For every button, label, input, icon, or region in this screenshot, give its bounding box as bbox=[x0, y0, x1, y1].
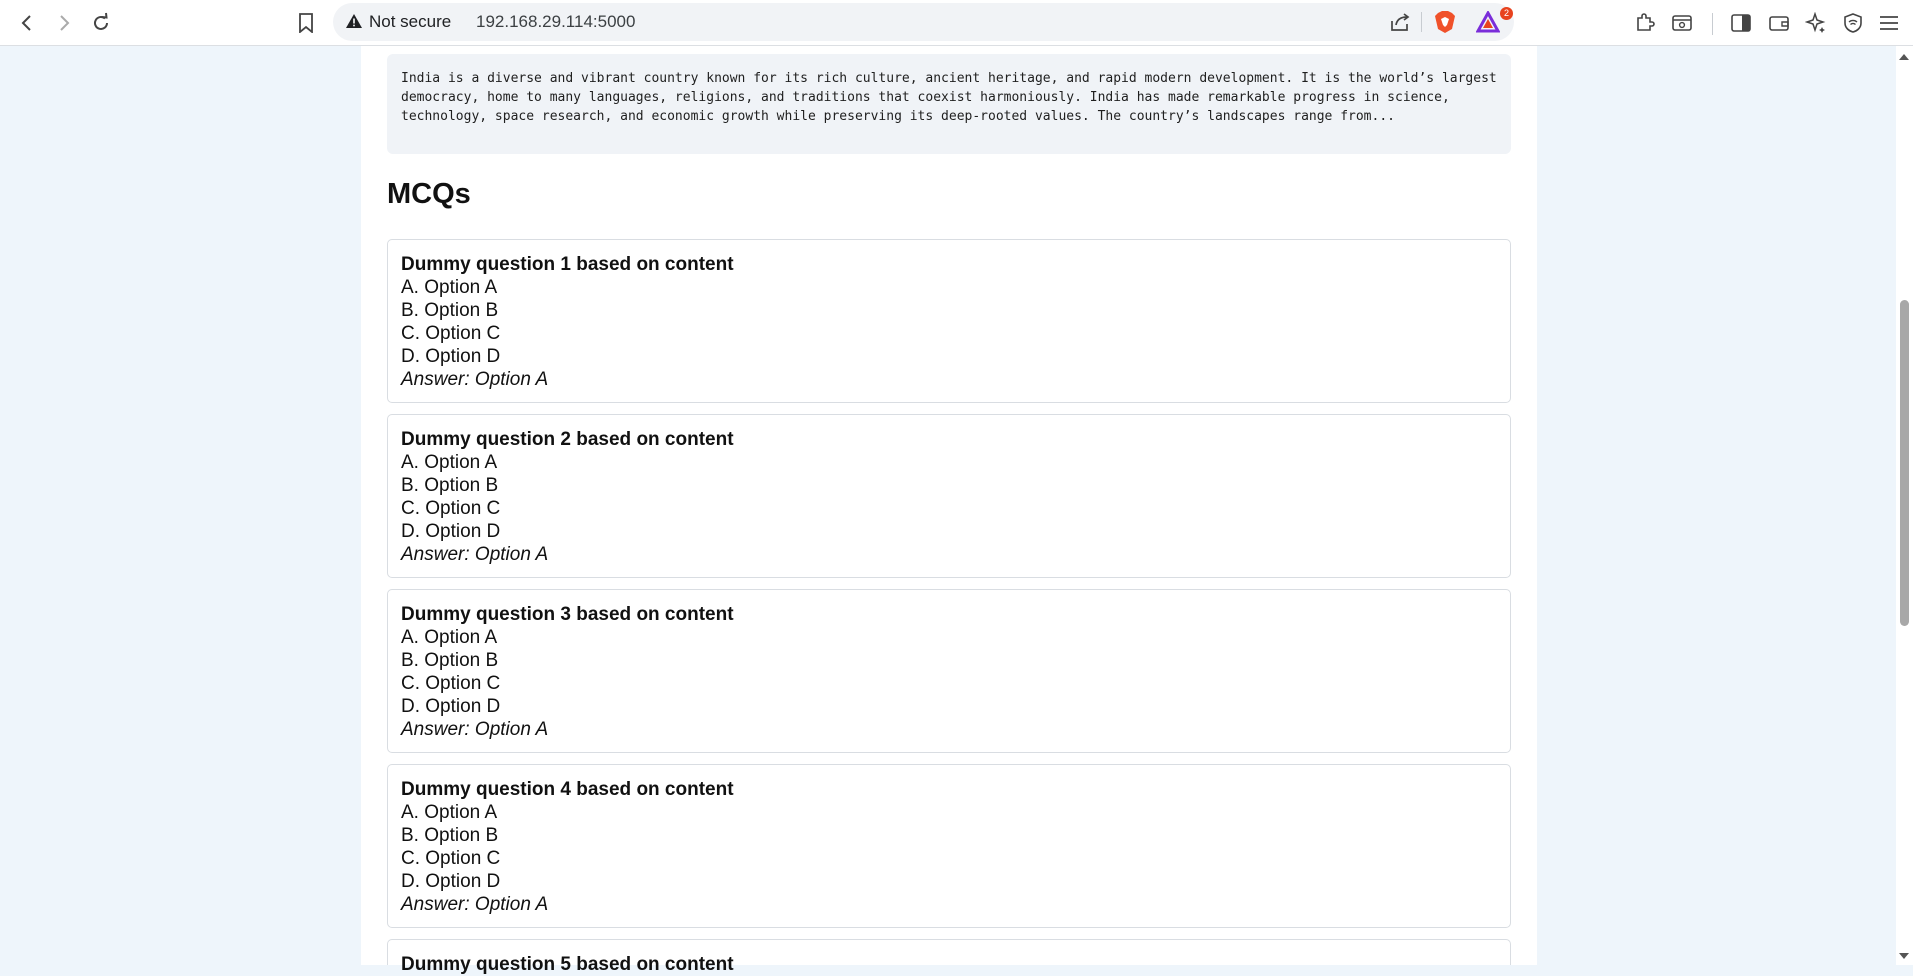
bookmark-icon[interactable] bbox=[291, 8, 321, 38]
address-bar[interactable]: Not secure 192.168.29.114:5000 bbox=[333, 3, 1514, 41]
summary-text: India is a diverse and vibrant country k… bbox=[387, 54, 1511, 154]
mcq-card: Dummy question 4 based on content A. Opt… bbox=[387, 764, 1511, 928]
tab-search-icon[interactable] bbox=[1667, 8, 1697, 38]
question-text: Dummy question 4 based on content bbox=[401, 779, 734, 800]
menu-icon[interactable] bbox=[1874, 8, 1904, 38]
warning-icon[interactable] bbox=[345, 13, 363, 34]
answer-text: Answer: Option A bbox=[401, 894, 549, 915]
url-text[interactable]: 192.168.29.114:5000 bbox=[476, 12, 635, 32]
brave-rewards-icon[interactable] bbox=[1473, 7, 1503, 37]
mcq-card: Dummy question 1 based on content A. Opt… bbox=[387, 239, 1511, 403]
option-c: C. Option C bbox=[401, 673, 501, 694]
scrollbar[interactable] bbox=[1896, 46, 1913, 965]
address-divider bbox=[1421, 12, 1422, 32]
question-text: Dummy question 3 based on content bbox=[401, 604, 734, 625]
brave-shields-icon[interactable] bbox=[1430, 7, 1460, 37]
scroll-down-arrow-icon[interactable] bbox=[1899, 953, 1909, 959]
option-a: A. Option A bbox=[401, 452, 498, 473]
question-text: Dummy question 1 based on content bbox=[401, 254, 734, 275]
answer-text: Answer: Option A bbox=[401, 719, 549, 740]
option-a: A. Option A bbox=[401, 277, 498, 298]
option-c: C. Option C bbox=[401, 323, 501, 344]
answer-text: Answer: Option A bbox=[401, 369, 549, 390]
option-a: A. Option A bbox=[401, 627, 498, 648]
option-d: D. Option D bbox=[401, 521, 501, 542]
option-b: B. Option B bbox=[401, 650, 499, 671]
option-d: D. Option D bbox=[401, 871, 501, 892]
extensions-icon[interactable] bbox=[1630, 8, 1660, 38]
leo-ai-icon[interactable] bbox=[1801, 8, 1831, 38]
scroll-up-arrow-icon[interactable] bbox=[1899, 54, 1909, 60]
security-label[interactable]: Not secure bbox=[369, 12, 451, 32]
vpn-icon[interactable] bbox=[1838, 8, 1868, 38]
question-text: Dummy question 2 based on content bbox=[401, 429, 734, 450]
browser-toolbar: Not secure 192.168.29.114:5000 2 bbox=[0, 0, 1913, 46]
wallet-icon[interactable] bbox=[1764, 8, 1794, 38]
share-icon[interactable] bbox=[1385, 7, 1415, 37]
answer-text: Answer: Option A bbox=[401, 544, 549, 565]
option-c: C. Option C bbox=[401, 848, 501, 869]
option-d: D. Option D bbox=[401, 346, 501, 367]
page-content: India is a diverse and vibrant country k… bbox=[361, 46, 1537, 975]
option-a: A. Option A bbox=[401, 802, 498, 823]
back-icon[interactable] bbox=[12, 8, 42, 38]
mcq-card: Dummy question 2 based on content A. Opt… bbox=[387, 414, 1511, 578]
scroll-thumb[interactable] bbox=[1900, 300, 1909, 626]
option-c: C. Option C bbox=[401, 498, 501, 519]
option-d: D. Option D bbox=[401, 696, 501, 717]
forward-icon[interactable] bbox=[49, 8, 79, 38]
sidebar-icon[interactable] bbox=[1726, 8, 1756, 38]
option-b: B. Option B bbox=[401, 475, 499, 496]
option-b: B. Option B bbox=[401, 825, 499, 846]
mcq-card: Dummy question 3 based on content A. Opt… bbox=[387, 589, 1511, 753]
toolbar-divider bbox=[1712, 13, 1713, 35]
mcq-card: Dummy question 5 based on content bbox=[387, 939, 1511, 975]
reload-icon[interactable] bbox=[86, 8, 116, 38]
rewards-badge: 2 bbox=[1500, 7, 1513, 20]
mcq-heading: MCQs bbox=[387, 178, 471, 210]
option-b: B. Option B bbox=[401, 300, 499, 321]
